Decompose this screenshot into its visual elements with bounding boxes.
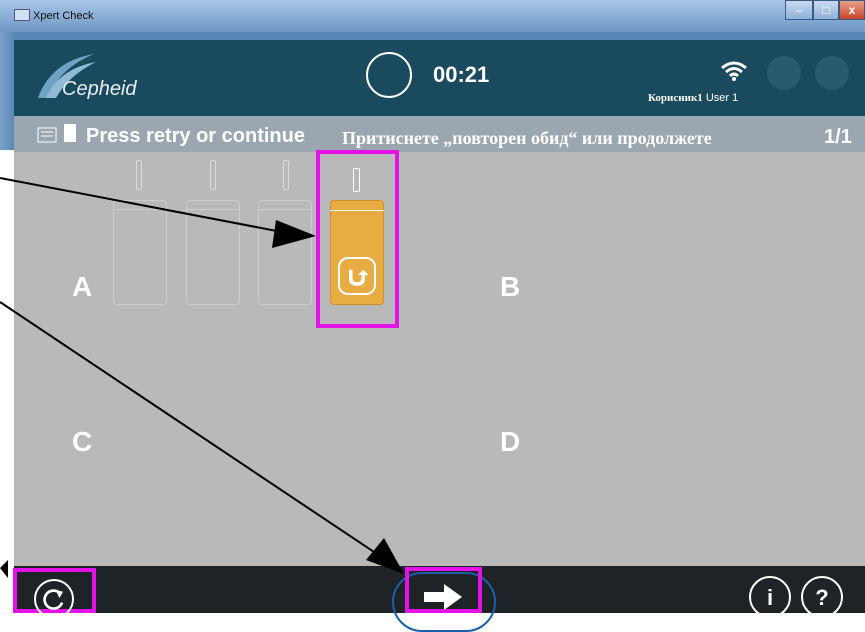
module-empty[interactable] — [258, 200, 312, 305]
maximize-button[interactable]: □ — [813, 0, 839, 20]
home-icon[interactable] — [767, 56, 801, 90]
slot-label-a: A — [72, 271, 93, 302]
outer-margin — [0, 150, 14, 613]
instruction-text: Press retry or continue — [86, 125, 305, 147]
help-button[interactable]: ? — [801, 576, 843, 618]
retry-button[interactable] — [34, 579, 74, 619]
lock-icon[interactable] — [815, 56, 849, 90]
close-button[interactable]: x — [839, 0, 865, 20]
user-name: User 1 — [705, 92, 739, 104]
slot-label-c: C — [72, 426, 93, 457]
slot-label-b: B — [500, 271, 521, 302]
logo-text: Cepheid — [62, 78, 137, 100]
user-label: Корисник1 — [648, 92, 703, 104]
wifi-icon — [721, 61, 747, 81]
app-icon — [14, 9, 30, 21]
instruction-translation: Притиснете „повторен обид“ или продолжет… — [342, 128, 712, 148]
timer-indicator — [366, 52, 412, 98]
window-title: Xpert Check — [33, 10, 94, 22]
page-count: 1/1 — [824, 126, 852, 148]
document-icon — [37, 127, 57, 143]
arrow-right-icon — [424, 584, 462, 610]
highlight-module — [316, 150, 399, 328]
info-button[interactable]: i — [749, 576, 791, 618]
module-tab — [210, 160, 216, 190]
timer-text: 00:21 — [433, 62, 490, 87]
minimize-button[interactable]: – — [785, 0, 813, 20]
user-info: Корисник1 User 1 — [648, 92, 738, 104]
module-tab — [283, 160, 289, 190]
cartridge-icon — [64, 124, 76, 142]
module-empty[interactable] — [186, 200, 240, 305]
slot-label-d: D — [500, 426, 521, 457]
title-bar — [0, 0, 865, 32]
module-empty[interactable] — [113, 200, 167, 305]
module-tab — [136, 160, 142, 190]
